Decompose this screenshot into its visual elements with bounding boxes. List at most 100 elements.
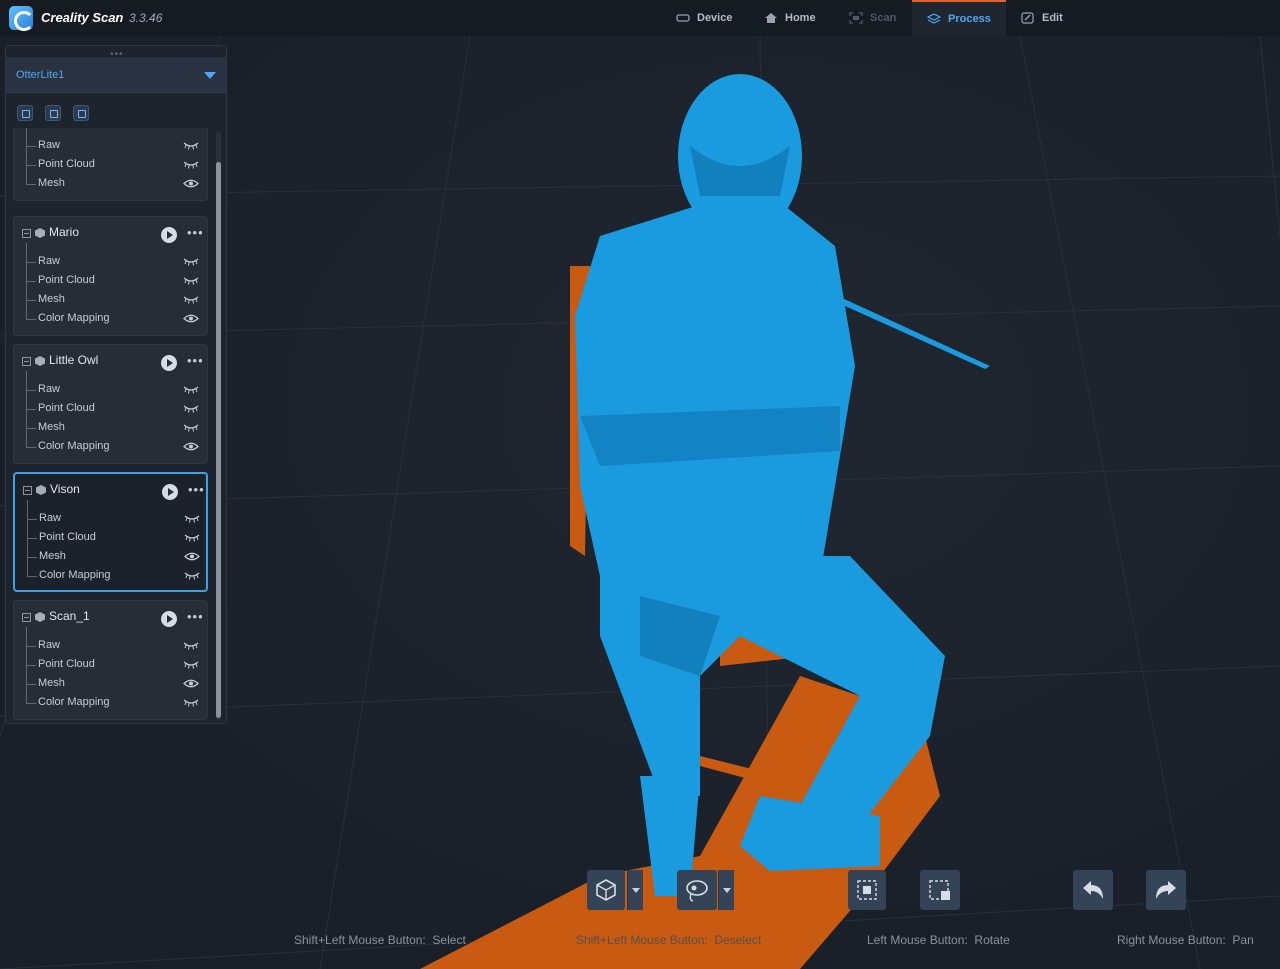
hint-select: Shift+Left Mouse Button: Select — [294, 933, 466, 947]
layer-row[interactable]: Raw — [26, 137, 204, 156]
eye-icon[interactable] — [183, 178, 199, 189]
redo-button[interactable] — [1146, 870, 1186, 910]
undo-button[interactable] — [1073, 870, 1113, 910]
eye-closed-icon[interactable] — [183, 294, 199, 305]
more-options-icon[interactable]: ••• — [187, 225, 204, 240]
project-panel: ••• OtterLite1 Raw Point Cloud Mesh Mario ••… — [5, 45, 227, 724]
tab-home[interactable]: Home — [764, 0, 816, 36]
layer-row[interactable]: Raw — [26, 381, 204, 400]
export-icon[interactable] — [73, 105, 89, 121]
device-select[interactable]: OtterLite1 — [6, 57, 226, 93]
eye-icon[interactable] — [184, 551, 200, 562]
device-icon — [676, 14, 690, 22]
eye-closed-icon[interactable] — [183, 140, 199, 151]
hint-pan: Right Mouse Button: Pan — [1117, 933, 1254, 947]
layer-row[interactable]: Point Cloud — [26, 656, 204, 675]
project-card-header: Mario ••• — [22, 225, 204, 243]
tab-device[interactable]: Device — [676, 0, 732, 36]
app-version: 3.3.46 — [129, 11, 163, 25]
layer-label: Mesh — [38, 177, 65, 189]
tree-branch — [26, 684, 36, 685]
layer-row[interactable]: Point Cloud — [26, 156, 204, 175]
eye-closed-icon[interactable] — [183, 697, 199, 708]
eye-closed-icon[interactable] — [183, 422, 199, 433]
eye-icon[interactable] — [183, 678, 199, 689]
cube-icon — [35, 612, 45, 622]
view-mode-dropdown[interactable] — [627, 870, 643, 910]
delete-selection-button[interactable] — [920, 870, 960, 910]
eye-closed-icon[interactable] — [183, 275, 199, 286]
project-card-header: Vison ••• — [23, 482, 205, 500]
import-folder-icon[interactable] — [45, 105, 61, 121]
eye-icon[interactable] — [183, 313, 199, 324]
layer-row[interactable]: Point Cloud — [26, 272, 204, 291]
tree-branch — [26, 319, 36, 320]
view-mode-button[interactable] — [587, 870, 625, 910]
tab-scan-label: Scan — [870, 12, 897, 24]
layer-row[interactable]: Color Mapping — [26, 310, 204, 329]
more-options-icon[interactable]: ••• — [188, 482, 205, 497]
play-icon[interactable] — [162, 484, 178, 500]
layer-row[interactable]: Raw — [26, 637, 204, 656]
layer-row[interactable]: Color Mapping — [27, 567, 205, 586]
more-options-icon[interactable]: ••• — [187, 609, 204, 624]
collapse-icon[interactable] — [22, 229, 31, 238]
layer-row[interactable]: Mesh — [26, 291, 204, 310]
project-card[interactable]: Mario ••• Raw Point Cloud Mesh Color Mapping — [13, 216, 208, 336]
project-card[interactable]: Scan_1 ••• Raw Point Cloud Mesh Color Mapping — [13, 600, 208, 720]
layer-row[interactable]: Raw — [27, 510, 205, 529]
layer-row[interactable]: Raw — [26, 253, 204, 272]
tab-scan[interactable]: Scan — [849, 0, 896, 36]
layer-row[interactable]: Color Mapping — [26, 694, 204, 713]
layer-row[interactable]: Point Cloud — [27, 529, 205, 548]
play-icon[interactable] — [161, 611, 177, 627]
invert-selection-button[interactable] — [848, 870, 886, 910]
play-icon[interactable] — [161, 355, 177, 371]
tab-device-label: Device — [697, 12, 733, 24]
hint-rotate: Left Mouse Button: Rotate — [867, 933, 1010, 947]
layer-label: Point Cloud — [38, 658, 95, 670]
eye-closed-icon[interactable] — [183, 403, 199, 414]
scrollbar-thumb[interactable] — [216, 162, 221, 718]
project-card[interactable]: Little Owl ••• Raw Point Cloud Mesh Color Map… — [13, 344, 208, 464]
layer-row[interactable]: Mesh — [26, 175, 204, 194]
title-bar: Creality Scan 3.3.46 Device Home Scan Pr… — [0, 0, 1280, 36]
eye-closed-icon[interactable] — [184, 570, 200, 581]
eye-closed-icon[interactable] — [183, 384, 199, 395]
app-name: Creality Scan — [41, 10, 124, 25]
tree-branch — [26, 428, 36, 429]
layer-label: Point Cloud — [38, 274, 95, 286]
layer-label: Raw — [38, 255, 61, 267]
collapse-icon[interactable] — [23, 486, 32, 495]
tree-branch — [27, 519, 37, 520]
project-list-scrollbar[interactable] — [216, 132, 221, 720]
project-card[interactable]: Vison ••• Raw Point Cloud Mesh Color Mapping — [13, 472, 208, 592]
layer-row[interactable]: Mesh — [27, 548, 205, 567]
layer-row[interactable]: Color Mapping — [26, 438, 204, 457]
lasso-dropdown[interactable] — [718, 870, 734, 910]
lasso-select-button[interactable] — [677, 870, 717, 910]
cube-icon — [35, 356, 45, 366]
eye-closed-icon[interactable] — [183, 159, 199, 170]
tree-branch — [26, 184, 36, 185]
eye-closed-icon[interactable] — [183, 659, 199, 670]
eye-closed-icon[interactable] — [184, 513, 200, 524]
tab-edit[interactable]: Edit — [1021, 0, 1063, 36]
tab-home-label: Home — [785, 12, 816, 24]
more-options-icon[interactable]: ••• — [187, 353, 204, 368]
eye-closed-icon[interactable] — [183, 256, 199, 267]
layer-row[interactable]: Mesh — [26, 675, 204, 694]
tab-process[interactable]: Process — [912, 0, 1006, 36]
eye-closed-icon[interactable] — [183, 640, 199, 651]
eye-icon[interactable] — [183, 441, 199, 452]
layer-row[interactable]: Mesh — [26, 419, 204, 438]
add-project-icon[interactable] — [17, 105, 33, 121]
project-card[interactable]: Raw Point Cloud Mesh — [13, 128, 208, 201]
play-icon[interactable] — [161, 227, 177, 243]
collapse-icon[interactable] — [22, 357, 31, 366]
tree-branch — [26, 409, 36, 410]
layer-row[interactable]: Point Cloud — [26, 400, 204, 419]
collapse-icon[interactable] — [22, 613, 31, 622]
layer-label: Mesh — [38, 677, 65, 689]
eye-closed-icon[interactable] — [184, 532, 200, 543]
